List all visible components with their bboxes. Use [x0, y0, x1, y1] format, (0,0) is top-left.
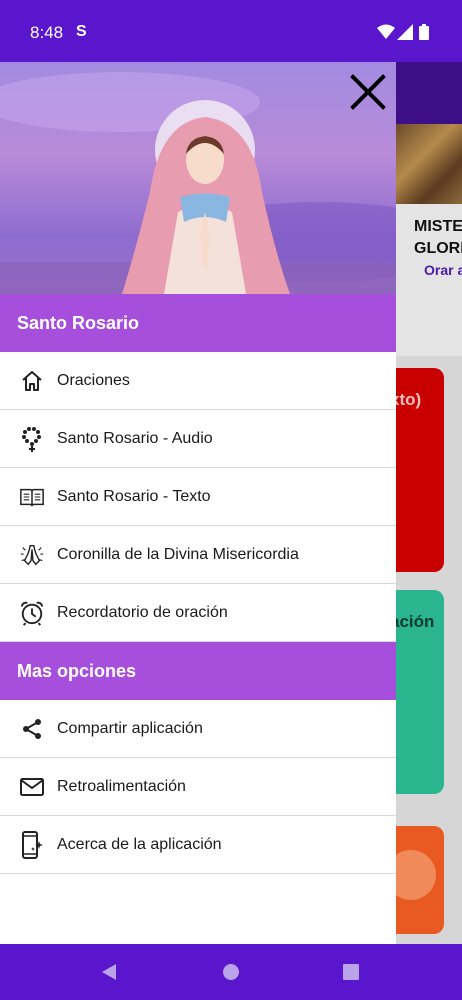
open-book-icon — [19, 484, 45, 510]
status-time: 8:48 — [30, 23, 64, 42]
menu-item-label: Santo Rosario - Audio — [57, 429, 213, 447]
menu-item-rosario-audio[interactable]: Santo Rosario - Audio — [0, 410, 396, 468]
background-card-image — [396, 124, 462, 204]
menu-item-label: Retroalimentación — [57, 777, 186, 795]
background-card-title-line: MISTE — [414, 218, 462, 235]
wifi-icon — [377, 24, 395, 39]
menu-item-label: Recordatorio de oración — [57, 603, 228, 621]
virgin-mary-image — [0, 72, 396, 294]
background-tile-text[interactable]: xto) — [396, 368, 444, 572]
background-tile-label: xto) — [396, 390, 422, 409]
battery-icon — [419, 24, 429, 40]
background-tile-reminder[interactable] — [396, 826, 444, 934]
menu-item-oraciones[interactable]: Oraciones — [0, 352, 396, 410]
menu-item-recordatorio[interactable]: Recordatorio de oración — [0, 584, 396, 642]
status-bar: 8:48 S — [0, 0, 462, 62]
back-icon[interactable] — [100, 963, 118, 981]
navigation-drawer: Santo Rosario Oraciones Santo Rosario - … — [0, 62, 396, 944]
praying-hands-icon — [19, 542, 45, 568]
menu-item-label: Compartir aplicación — [57, 719, 203, 737]
background-card-link[interactable]: Orar a — [424, 262, 462, 278]
home-button-icon[interactable] — [222, 963, 240, 981]
signal-icon — [397, 24, 413, 40]
menu-item-retroalimentacion[interactable]: Retroalimentación — [0, 758, 396, 816]
menu-item-label: Coronilla de la Divina Misericordia — [57, 545, 299, 563]
background-tile-prayer[interactable]: ación — [396, 590, 444, 794]
section-header-mas-opciones: Mas opciones — [0, 642, 396, 700]
menu-item-acerca[interactable]: Acerca de la aplicación — [0, 816, 396, 874]
share-icon — [19, 716, 45, 742]
menu-item-label: Santo Rosario - Texto — [57, 487, 211, 505]
alarm-clock-icon — [19, 600, 45, 626]
menu-item-rosario-texto[interactable]: Santo Rosario - Texto — [0, 468, 396, 526]
background-app-bar — [396, 62, 462, 124]
app-info-icon — [19, 830, 45, 859]
recents-icon[interactable] — [342, 963, 360, 981]
home-icon — [19, 368, 45, 394]
menu-item-coronilla[interactable]: Coronilla de la Divina Misericordia — [0, 526, 396, 584]
background-app: MISTE GLORIC Orar a xto) ación — [396, 62, 462, 944]
background-card-title: MISTE GLORIC — [414, 216, 462, 260]
menu-item-label: Oraciones — [57, 371, 130, 389]
section-header-santo-rosario: Santo Rosario — [0, 294, 396, 352]
alarm-clock-icon — [396, 850, 436, 900]
close-icon[interactable] — [348, 72, 388, 112]
notification-icon: S — [76, 23, 87, 40]
menu-item-compartir[interactable]: Compartir aplicación — [0, 700, 396, 758]
system-navigation-bar — [0, 944, 462, 1000]
background-card-title-line: GLORIC — [414, 240, 462, 257]
menu-item-label: Acerca de la aplicación — [57, 835, 222, 853]
background-tile-label: ación — [396, 612, 435, 631]
drawer-header-image — [0, 62, 396, 294]
rosary-icon — [19, 426, 45, 452]
mail-icon — [19, 774, 45, 800]
background-card[interactable]: MISTE GLORIC Orar a — [396, 124, 462, 356]
